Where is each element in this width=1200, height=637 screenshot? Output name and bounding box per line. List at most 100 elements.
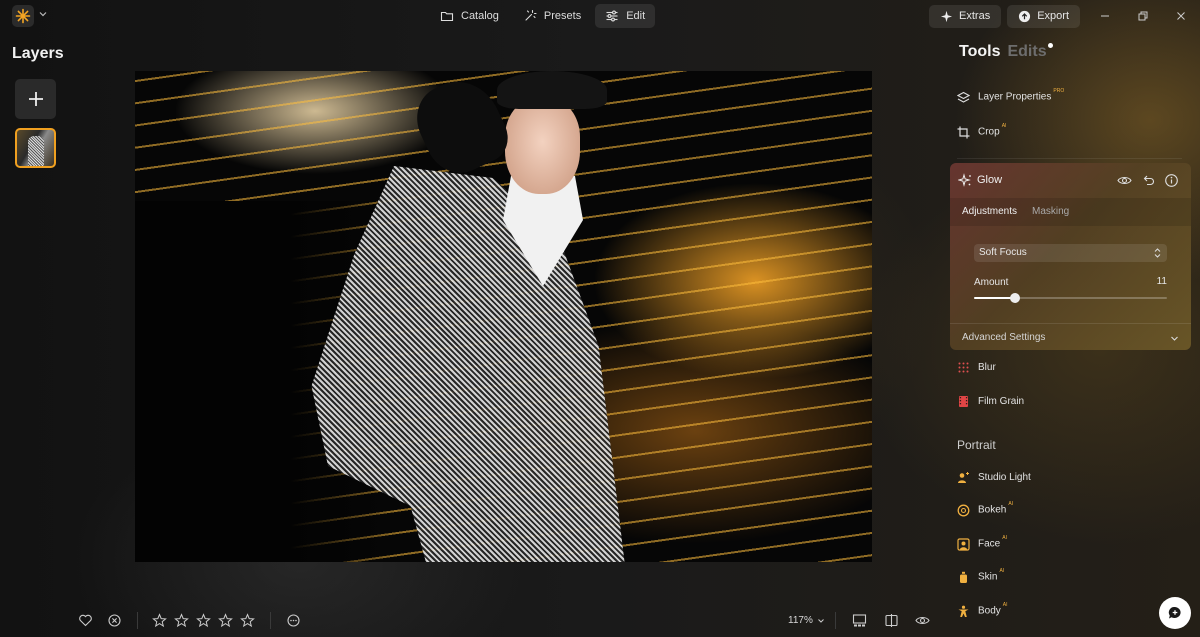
layers-stack-icon — [957, 91, 970, 103]
nav-edit[interactable]: Edit — [595, 4, 656, 28]
rating-star-2[interactable] — [174, 613, 189, 628]
zoom-dropdown[interactable]: 117% — [788, 615, 825, 626]
close-icon — [1177, 12, 1185, 20]
subtab-masking[interactable]: Masking — [1032, 206, 1069, 217]
favorite-button[interactable] — [78, 613, 93, 628]
tool-layer-properties[interactable]: Layer PropertiesPRO — [957, 87, 1064, 107]
section-portrait-title: Portrait — [957, 438, 996, 452]
minimize-button[interactable] — [1086, 4, 1124, 28]
crop-icon — [957, 126, 970, 138]
compare-button[interactable] — [884, 613, 899, 628]
pro-badge: PRO — [1053, 88, 1065, 95]
advanced-settings-toggle[interactable]: Advanced Settings — [950, 323, 1191, 350]
rating-star-3[interactable] — [196, 613, 211, 628]
close-button[interactable] — [1162, 4, 1200, 28]
preview-button[interactable] — [915, 613, 930, 628]
zoom-value: 117% — [788, 615, 813, 626]
glow-sparkle-icon — [957, 173, 972, 187]
amount-slider[interactable] — [974, 293, 1167, 303]
extras-label: Extras — [959, 10, 991, 22]
info-button[interactable] — [1164, 173, 1179, 188]
chevron-updown-icon — [1154, 248, 1161, 258]
tool-body[interactable]: BodyAI — [957, 601, 1008, 621]
layer-thumbnail-figure — [28, 136, 44, 166]
tool-film-grain[interactable]: Film Grain — [957, 391, 1024, 411]
reset-button[interactable] — [1141, 173, 1156, 188]
heart-icon — [79, 614, 92, 627]
tool-studio-light[interactable]: Studio Light — [957, 467, 1031, 487]
filmstrip-icon — [852, 614, 867, 627]
separator — [137, 612, 138, 629]
star-icon — [152, 613, 167, 628]
subject-face — [505, 99, 580, 194]
tool-face[interactable]: FaceAI — [957, 534, 1007, 554]
glow-preset-select[interactable]: Soft Focus — [974, 244, 1167, 262]
tab-edits[interactable]: Edits — [1007, 43, 1053, 61]
glow-preset-value: Soft Focus — [979, 247, 1027, 258]
info-icon — [1165, 174, 1178, 187]
chevron-down-icon[interactable] — [38, 9, 48, 19]
tool-label: Studio Light — [978, 471, 1031, 483]
chat-bubble-icon — [1168, 606, 1181, 619]
bottom-bar: 117% — [0, 608, 945, 634]
restore-button[interactable] — [1124, 4, 1162, 28]
rating-star-4[interactable] — [218, 613, 233, 628]
eye-icon — [915, 616, 930, 625]
tool-crop[interactable]: CropAI — [957, 122, 1006, 142]
tool-label: Film Grain — [978, 395, 1025, 407]
tool-label: Skin — [978, 571, 998, 583]
sun-logo-icon — [15, 8, 31, 24]
nav-catalog[interactable]: Catalog — [430, 4, 509, 28]
tool-label: Body — [978, 605, 1001, 617]
advanced-settings-label: Advanced Settings — [962, 332, 1046, 343]
subtab-adjustments[interactable]: Adjustments — [962, 206, 1017, 217]
amount-slider-fill — [974, 297, 1015, 299]
separator — [270, 612, 271, 629]
edits-indicator-dot — [1047, 43, 1053, 48]
ai-badge: AI — [1001, 123, 1007, 130]
rating-star-5[interactable] — [240, 613, 255, 628]
star-icon — [196, 613, 211, 628]
export-button[interactable]: Export — [1007, 4, 1080, 28]
ai-badge: AI — [1002, 602, 1008, 609]
tab-edits-label: Edits — [1007, 43, 1047, 60]
more-options-button[interactable] — [286, 613, 301, 628]
sliders-icon — [606, 10, 618, 22]
filmstrip-toggle-button[interactable] — [852, 613, 867, 628]
add-layer-button[interactable] — [15, 79, 56, 119]
glow-title: Glow — [977, 174, 1003, 186]
tool-blur[interactable]: Blur — [957, 357, 996, 377]
nav-presets[interactable]: Presets — [513, 4, 591, 28]
app-logo-button[interactable] — [12, 5, 34, 27]
minimize-icon — [1101, 15, 1109, 17]
tab-tools[interactable]: Tools — [959, 43, 1000, 61]
amount-slider-handle[interactable] — [1010, 293, 1020, 303]
tool-skin[interactable]: SkinAI — [957, 567, 1004, 587]
undo-icon — [1143, 175, 1154, 186]
photo-canvas[interactable] — [135, 71, 872, 562]
help-chat-button[interactable] — [1159, 597, 1191, 629]
person-light-icon — [958, 471, 969, 483]
layer-thumbnail[interactable] — [15, 128, 56, 168]
glow-header[interactable]: Glow — [950, 163, 1191, 198]
face-frame-icon — [957, 537, 970, 551]
tool-label: Blur — [978, 361, 996, 373]
eye-icon — [1117, 176, 1132, 185]
rating-star-1[interactable] — [152, 613, 167, 628]
amount-label: Amount — [974, 277, 1009, 288]
top-right-actions: Extras Export — [929, 4, 1200, 28]
glow-tool-panel: Glow Adjustments Masking Soft Focus Amou… — [950, 163, 1191, 350]
extras-button[interactable]: Extras — [929, 4, 1002, 28]
star-icon — [218, 613, 233, 628]
tool-bokeh[interactable]: BokehAI — [957, 500, 1013, 520]
tool-label: Crop — [978, 126, 1000, 138]
amount-value: 11 — [1156, 276, 1167, 287]
ai-badge: AI — [1002, 535, 1007, 542]
reject-button[interactable] — [107, 613, 122, 628]
ai-badge: AI — [999, 568, 1005, 575]
compare-icon — [885, 614, 898, 627]
visibility-toggle[interactable] — [1117, 173, 1132, 188]
panel-tabs: Tools Edits — [959, 43, 1053, 61]
main-nav: Catalog Presets Edit — [430, 4, 656, 28]
blur-dots-icon — [958, 362, 969, 372]
